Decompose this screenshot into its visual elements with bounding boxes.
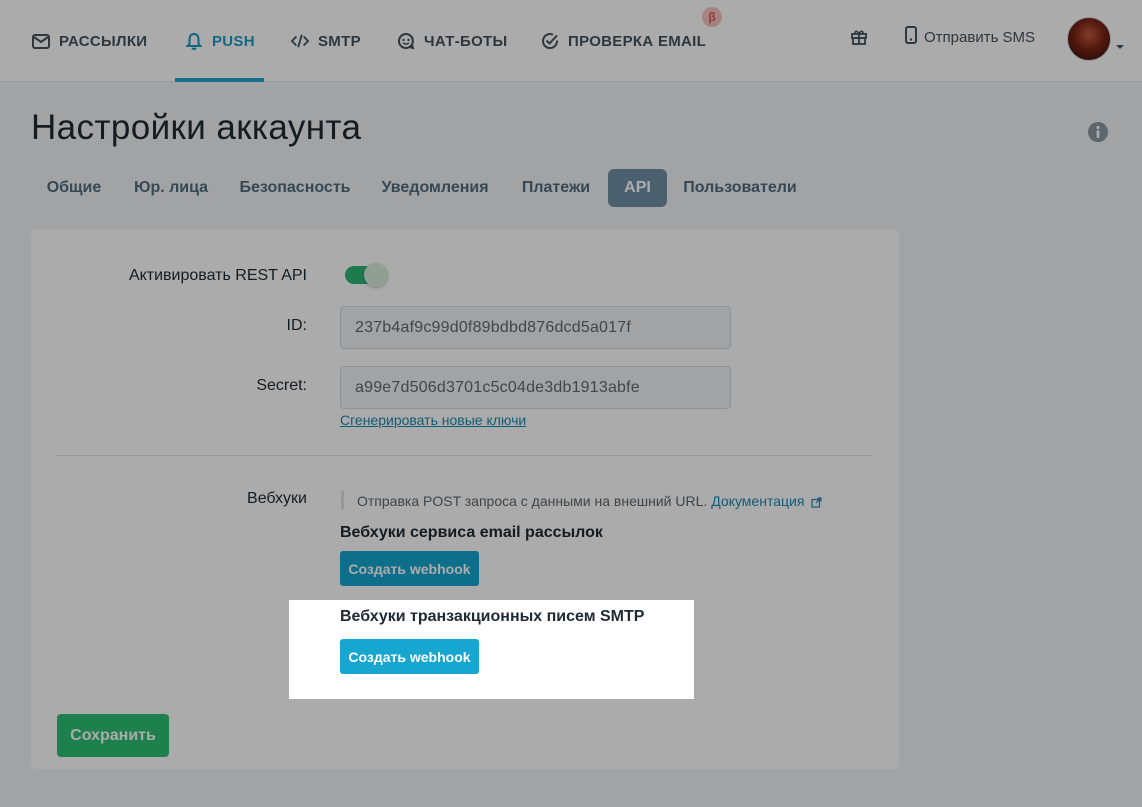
dim-overlay-left xyxy=(0,600,289,699)
smtp-webhooks-title: Вебхуки транзакционных писем SMTP xyxy=(340,608,645,625)
dim-overlay-right xyxy=(694,600,1142,699)
dim-overlay-top xyxy=(0,0,1142,600)
dim-overlay-bottom xyxy=(0,699,1142,807)
create-smtp-webhook-button[interactable]: Создать webhook xyxy=(340,639,479,674)
